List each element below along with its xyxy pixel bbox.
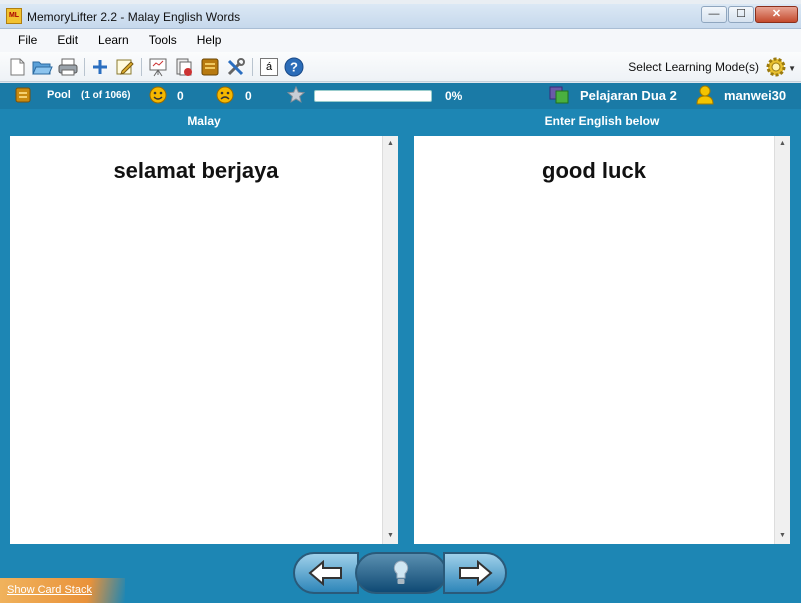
question-scrollbar[interactable]: ▲ ▼ [382,136,398,544]
window-title: MemoryLifter 2.2 - Malay English Words [27,10,241,24]
progress-percent: 0% [445,89,463,103]
menu-edit[interactable]: Edit [47,29,88,52]
sad-face-icon [216,86,234,107]
scroll-down-icon[interactable]: ▼ [775,528,790,544]
question-header: Malay [187,114,221,128]
lesson-icon [549,85,571,108]
edit-card-icon[interactable] [114,56,136,78]
pool-count: (1 of 1066) [81,90,131,101]
question-pane: selamat berjaya ▲ ▼ [10,136,398,544]
lightbulb-icon [393,560,409,584]
next-button[interactable] [443,552,507,594]
learning-mode-gear-icon[interactable] [765,56,787,78]
pool-box-icon [15,87,31,106]
menu-learn[interactable]: Learn [88,29,139,52]
app-icon: ML [6,8,22,24]
star-icon [286,85,306,107]
menu-tools[interactable]: Tools [139,29,187,52]
pool-label: Pool [47,89,71,101]
special-char-icon[interactable]: á [258,56,280,78]
toolbar-separator [141,58,142,76]
chevron-down-icon[interactable]: ▼ [788,64,796,73]
toolbar-separator [252,58,253,76]
arrow-left-icon [308,560,342,586]
menu-file[interactable]: File [8,29,47,52]
menu-bar: File Edit Learn Tools Help [0,29,801,52]
open-folder-icon[interactable] [31,56,53,78]
answer-text[interactable]: good luck [414,158,774,184]
tools-icon[interactable] [225,56,247,78]
presentation-icon[interactable] [147,56,169,78]
hint-button[interactable] [355,552,447,594]
print-cards-icon[interactable] [173,56,195,78]
correct-count: 0 [177,89,184,103]
happy-face-icon [149,86,167,107]
minimize-button[interactable]: — [701,6,727,23]
learning-area: Pool (1 of 1066) 0 0 0% Pelajaran Dua 2 … [0,83,801,603]
arrow-right-icon [459,560,493,586]
answer-header: Enter English below [544,114,660,128]
show-card-stack-link[interactable]: Show Card Stack [7,584,92,596]
user-name: manwei30 [724,88,787,103]
title-bar: ML MemoryLifter 2.2 - Malay English Word… [0,4,801,29]
print-icon[interactable] [57,56,79,78]
maximize-button[interactable]: ☐ [728,6,754,23]
show-card-stack-tab[interactable]: Show Card Stack [0,578,125,603]
previous-button[interactable] [293,552,359,594]
toolbar-separator [84,58,85,76]
svg-text:?: ? [290,60,298,75]
user-icon [696,85,714,108]
answer-scrollbar[interactable]: ▲ ▼ [774,136,790,544]
new-file-icon[interactable] [6,56,28,78]
scroll-up-icon[interactable]: ▲ [775,136,790,152]
toolbar: á ? Select Learning Mode(s) ▼ [0,52,801,82]
add-card-icon[interactable] [89,56,111,78]
close-button[interactable]: ✕ [755,6,798,23]
question-text: selamat berjaya [113,158,279,183]
lesson-name: Pelajaran Dua 2 [580,88,677,103]
status-bar: Pool (1 of 1066) 0 0 0% Pelajaran Dua 2 … [0,83,801,109]
scroll-down-icon[interactable]: ▼ [383,528,398,544]
progress-bar [314,90,432,102]
help-icon[interactable]: ? [283,56,305,78]
special-char-label: á [260,58,278,76]
learning-mode-label[interactable]: Select Learning Mode(s) [628,60,759,74]
answer-pane[interactable]: good luck ▲ ▼ [414,136,790,544]
wrong-count: 0 [245,89,252,103]
scroll-up-icon[interactable]: ▲ [383,136,398,152]
menu-help[interactable]: Help [187,29,232,52]
window-controls: — ☐ ✕ [700,6,798,23]
dictionary-icon[interactable] [199,56,221,78]
